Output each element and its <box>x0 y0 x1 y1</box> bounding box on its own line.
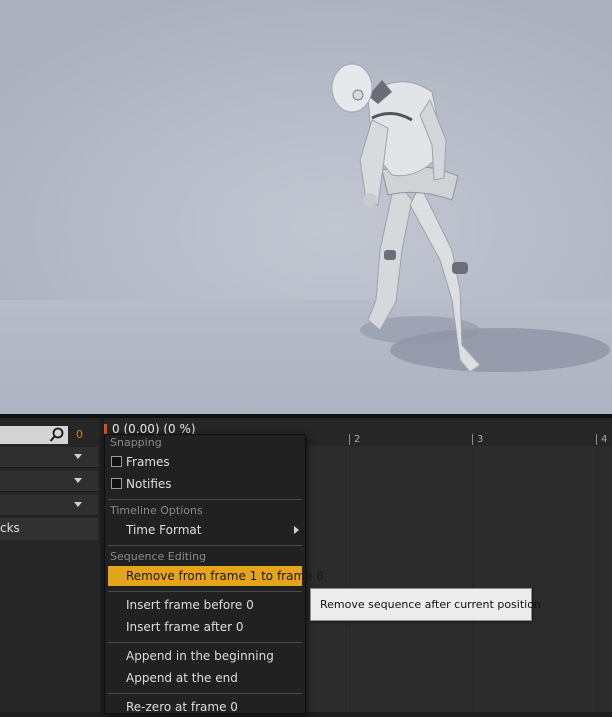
menu-item-time-format[interactable]: Time Format <box>108 520 302 540</box>
tracks-label: cks <box>0 521 20 535</box>
submenu-arrow-icon <box>294 526 299 534</box>
timeline-context-menu: Snapping Frames Notifies Timeline Option… <box>104 434 324 717</box>
grid-line <box>596 446 597 712</box>
dropdown-row-1[interactable] <box>0 447 98 468</box>
section-header-snapping: Snapping <box>110 436 162 449</box>
insert-before-label: Insert frame before 0 <box>126 598 254 612</box>
menu-separator <box>108 545 302 546</box>
search-icon[interactable] <box>48 427 66 443</box>
append-end-label: Append at the end <box>126 671 238 685</box>
frames-label: Frames <box>126 455 170 469</box>
ruler-tick-label: 3 <box>477 434 484 445</box>
ruler-tick <box>596 434 597 445</box>
dropdown-row-3[interactable] <box>0 495 98 516</box>
menu-item-append-end[interactable]: Append at the end <box>108 668 302 688</box>
chevron-down-icon <box>74 502 82 507</box>
notifies-checkbox[interactable] <box>111 478 122 489</box>
ruler-tick-label: 2 <box>354 434 361 445</box>
menu-separator <box>108 642 302 643</box>
chevron-down-icon <box>74 478 82 483</box>
frames-checkbox[interactable] <box>111 456 122 467</box>
notifies-label: Notifies <box>126 477 172 491</box>
dropdown-row-2[interactable] <box>0 471 98 492</box>
insert-after-label: Insert frame after 0 <box>126 620 244 634</box>
frame-counter: 0 <box>76 428 83 441</box>
menu-separator <box>108 499 302 500</box>
tooltip: Remove sequence after current position <box>310 588 541 621</box>
menu-item-frames[interactable]: Frames <box>108 452 302 472</box>
time-format-label: Time Format <box>126 523 202 537</box>
menu-item-insert-after[interactable]: Insert frame after 0 <box>108 617 302 637</box>
ruler-tick <box>472 434 473 445</box>
menu-separator <box>108 591 302 592</box>
append-beginning-label: Append in the beginning <box>126 649 274 663</box>
menu-item-append-beginning[interactable]: Append in the beginning <box>108 646 302 666</box>
animation-viewport[interactable] <box>0 0 612 414</box>
menu-item-notifies[interactable]: Notifies <box>108 474 302 494</box>
menu-item-insert-before[interactable]: Insert frame before 0 <box>108 595 302 615</box>
grid-line <box>472 446 473 712</box>
section-header-sequence-editing: Sequence Editing <box>110 550 207 563</box>
grid-line <box>349 446 350 712</box>
menu-item-remove-frames[interactable]: Remove from frame 1 to frame 8 <box>108 566 324 586</box>
ruler-tick <box>349 434 350 445</box>
menu-item-rezero[interactable]: Re-zero at frame 0 <box>108 697 302 717</box>
remove-frames-label: Remove from frame 1 to frame 8 <box>126 569 324 583</box>
section-header-timeline-options: Timeline Options <box>110 504 203 517</box>
mannequin-character <box>331 63 610 373</box>
ruler-tick-label: 4 <box>601 434 608 445</box>
menu-separator <box>108 693 302 694</box>
tooltip-text: Remove sequence after current position <box>320 598 541 611</box>
chevron-down-icon <box>74 454 82 459</box>
